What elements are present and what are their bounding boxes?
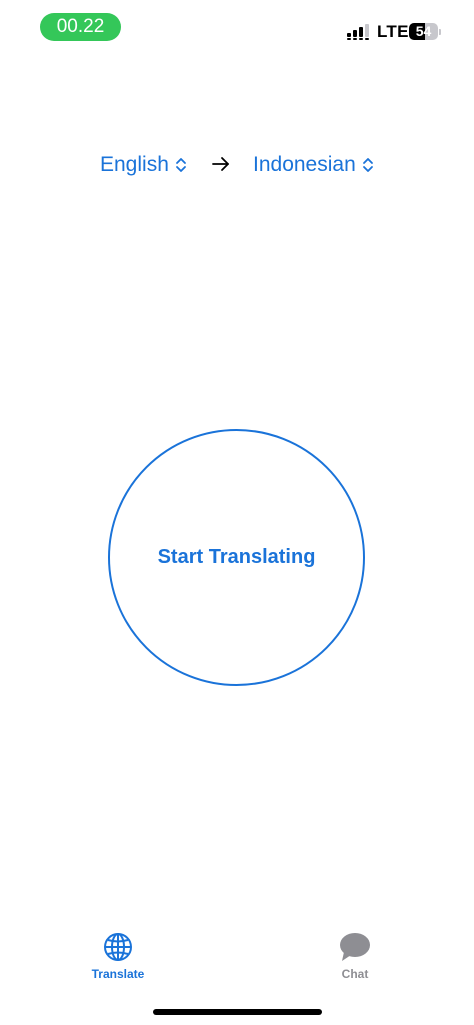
tab-bar: Translate Chat <box>0 925 474 995</box>
globe-icon <box>104 933 132 961</box>
battery-tip <box>439 29 441 35</box>
home-indicator[interactable] <box>153 1009 322 1015</box>
arrow-right-icon <box>212 157 229 171</box>
tab-translate-label: Translate <box>91 967 145 981</box>
battery-body: 54 <box>409 23 438 40</box>
battery-level: 54 <box>415 23 432 39</box>
language-selector: English Indonesian <box>0 148 474 182</box>
status-time[interactable]: 00.22 <box>40 13 121 41</box>
battery-icon: 54 <box>409 23 441 40</box>
source-language-label: English <box>100 153 169 176</box>
source-language-button[interactable]: English <box>100 148 187 182</box>
tab-translate[interactable]: Translate <box>68 925 168 981</box>
target-language-label: Indonesian <box>253 153 356 176</box>
start-translating-label: Start Translating <box>157 546 316 568</box>
chevron-updown-icon <box>175 158 186 172</box>
tab-chat-label: Chat <box>341 967 369 981</box>
cellular-signal-icon <box>347 24 369 40</box>
start-translating-button[interactable]: Start Translating <box>108 429 365 686</box>
chevron-updown-icon <box>362 158 373 172</box>
translate-screen: 00.22 LTE 54 English Indonesian Start Tr… <box>0 0 474 1025</box>
network-type: LTE <box>377 22 409 41</box>
status-bar: 00.22 LTE 54 <box>0 0 474 52</box>
tab-chat[interactable]: Chat <box>305 925 405 981</box>
target-language-button[interactable]: Indonesian <box>253 148 374 182</box>
chat-bubble-icon <box>340 933 370 961</box>
